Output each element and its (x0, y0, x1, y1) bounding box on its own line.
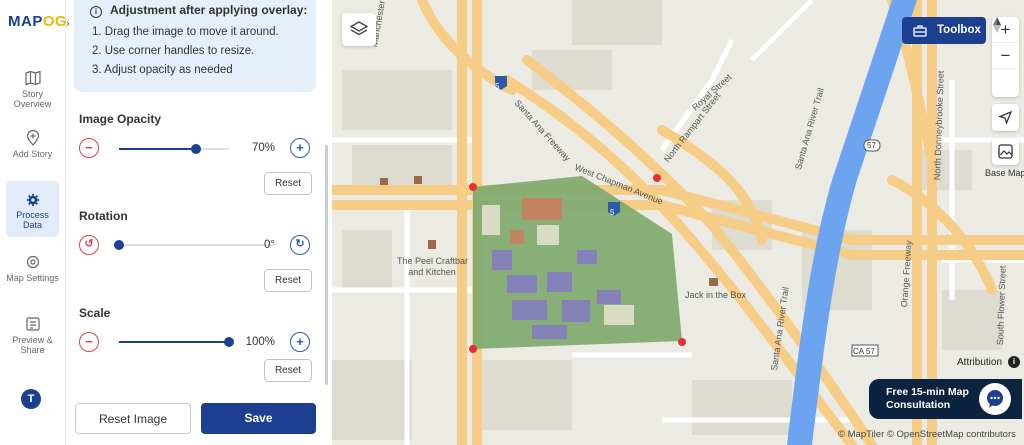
chat-icon (987, 390, 1003, 408)
rail-item-add-story[interactable]: Add Story (6, 130, 59, 159)
base-map-icon (998, 144, 1013, 159)
map-label-shield: 57 (867, 141, 876, 150)
reset-image-button[interactable]: Reset Image (75, 403, 191, 434)
panel-scrollbar[interactable] (325, 145, 328, 385)
opacity-title: Image Opacity (79, 112, 162, 126)
rail-item-story-overview[interactable]: Story Overview (6, 70, 59, 109)
logo-text-accent: OG (42, 13, 68, 30)
add-location-icon (26, 130, 39, 146)
opacity-reset-button[interactable]: Reset (264, 172, 312, 195)
rotation-title: Rotation (79, 209, 128, 223)
rotation-reset-button[interactable]: Reset (264, 269, 312, 292)
attribution-label[interactable]: Attribution (957, 357, 1002, 368)
logo-text-main: MAP (8, 13, 43, 30)
opacity-increase-button[interactable]: + (290, 138, 310, 158)
rail-item-label: Process Data (16, 210, 49, 230)
scale-decrease-button[interactable]: − (79, 332, 99, 352)
base-map-button[interactable] (992, 138, 1019, 165)
instruction-step: 3. Adjust opacity as needed (92, 64, 233, 76)
scale-slider-handle[interactable] (224, 337, 234, 347)
map-label-shield: 5 (495, 82, 500, 91)
toolbox-icon (913, 25, 927, 37)
rotation-slider-handle[interactable] (114, 240, 124, 250)
opacity-slider[interactable] (119, 144, 229, 154)
scale-title: Scale (79, 306, 111, 320)
share-icon (25, 317, 40, 331)
rail-item-preview-share[interactable]: Preview & Share (6, 316, 59, 355)
collapse-panel-chevron-icon[interactable]: › (66, 18, 70, 30)
rotate-left-button[interactable]: ↺ (79, 235, 99, 255)
opacity-slider-handle[interactable] (191, 144, 201, 154)
zoom-out-button[interactable]: − (992, 43, 1019, 69)
chat-button[interactable] (979, 383, 1011, 415)
settings-icon (26, 255, 39, 269)
rail-item-label: Map Settings (6, 273, 59, 283)
info-icon[interactable]: i (1008, 356, 1020, 368)
map-label-shield: 5 (610, 208, 615, 217)
map-icon (24, 70, 41, 86)
layers-icon (349, 21, 369, 36)
instructions-title: i Adjustment after applying overlay: (90, 3, 307, 18)
layers-button[interactable] (342, 13, 376, 46)
overlay-instructions-box: i Adjustment after applying overlay: 1. D… (74, 0, 316, 92)
instruction-step: 1. Drag the image to move it around. (92, 26, 279, 38)
poi-line: The Peel Craftbar (397, 256, 469, 266)
instructions-title-text: Adjustment after applying overlay: (110, 3, 308, 17)
scale-increase-button[interactable]: + (290, 332, 310, 352)
app-root: MAPOG Story Overview Add Story Process D… (0, 0, 1024, 445)
opacity-decrease-button[interactable]: − (79, 138, 99, 158)
locate-button[interactable] (992, 104, 1019, 131)
map-label-poi: The Peel Craftbar and Kitchen (397, 256, 469, 278)
consult-line: Free 15-min Map (886, 386, 969, 398)
opacity-slider-fill (119, 148, 196, 150)
gear-icon (26, 193, 39, 207)
scale-reset-button[interactable]: Reset (264, 359, 312, 382)
side-rail: MAPOG Story Overview Add Story Process D… (0, 0, 67, 445)
rail-item-label: Story Overview (13, 89, 52, 109)
scale-slider[interactable] (119, 337, 234, 347)
scale-value: 100% (245, 336, 275, 348)
base-map-label: Base Map (985, 168, 1024, 178)
map-label-poi: Jack in the Box (685, 290, 747, 300)
toolbox-label: Toolbox (937, 24, 981, 36)
map-canvas[interactable]: Manchester Avenue 5 5 57 CA 57 Santa Ana… (332, 0, 1024, 445)
opacity-value: 70% (251, 142, 275, 154)
rail-item-label: Preview & Share (12, 335, 53, 355)
rail-item-process-data[interactable]: Process Data (6, 181, 59, 237)
save-button[interactable]: Save (201, 403, 316, 434)
consult-line: Consultation (886, 399, 951, 411)
mapog-logo[interactable]: MAPOG (8, 13, 67, 30)
compass-icon (993, 17, 1001, 33)
compass-button[interactable] (992, 17, 1019, 95)
scale-slider-fill (119, 341, 229, 343)
info-icon: i (90, 6, 102, 18)
map-copyright[interactable]: © MapTiler © OpenStreetMap contributors (838, 429, 1016, 440)
rail-item-label: Add Story (12, 149, 53, 159)
rail-item-map-settings[interactable]: Map Settings (6, 254, 59, 283)
toolbox-button[interactable]: Toolbox (902, 17, 986, 44)
rotation-value: 0° (264, 239, 275, 251)
map-label-shield: CA 57 (853, 347, 875, 356)
rotate-right-button[interactable]: ↻ (290, 235, 310, 255)
user-avatar[interactable]: T (21, 389, 41, 409)
zoom-controls: + − (992, 17, 1019, 97)
poi-line: and Kitchen (408, 267, 456, 277)
navigation-arrow-icon (998, 110, 1013, 125)
instruction-step: 2. Use corner handles to resize. (92, 45, 255, 57)
